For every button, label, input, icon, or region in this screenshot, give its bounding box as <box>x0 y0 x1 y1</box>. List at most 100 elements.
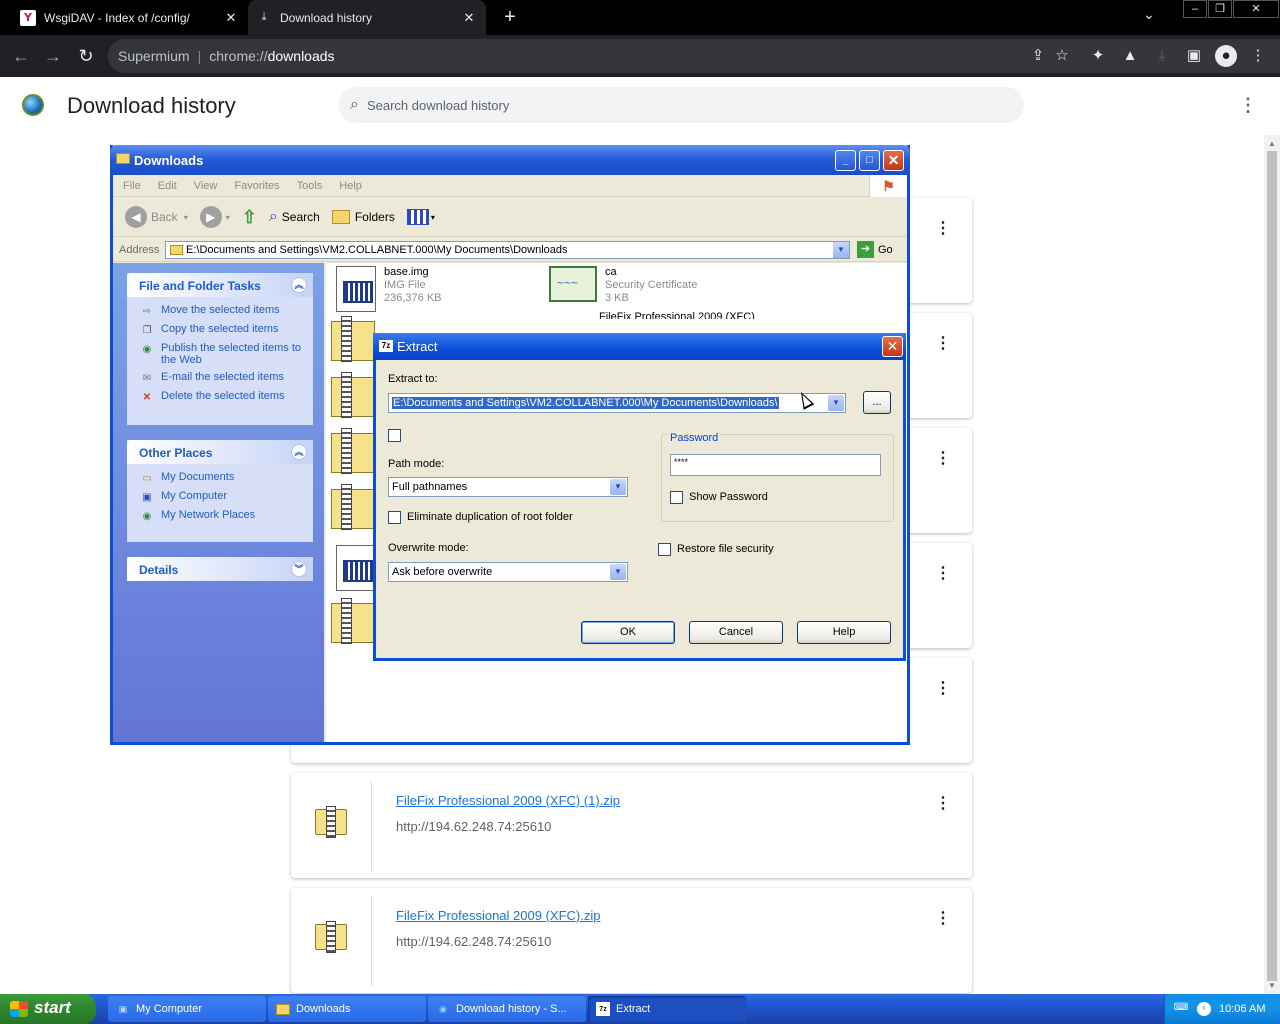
ok-button[interactable]: OK <box>581 621 675 644</box>
back-button[interactable]: ◀ Back ▾ <box>125 206 188 228</box>
overwrite-mode-select[interactable]: Ask before overwrite ▼ <box>388 562 628 582</box>
zip-file-icon[interactable] <box>331 484 375 530</box>
dropdown-arrow-icon[interactable]: ▼ <box>833 242 849 258</box>
share-icon[interactable]: ⇪ <box>1027 45 1049 67</box>
close-window-button[interactable]: ✕ <box>1233 0 1279 18</box>
card-menu-icon[interactable]: ⋮ <box>935 563 951 583</box>
menu-edit[interactable]: Edit <box>158 180 177 192</box>
card-menu-icon[interactable]: ⋮ <box>935 448 951 468</box>
extensions-puzzle-icon[interactable]: ✦ <box>1087 45 1109 67</box>
download-file-link[interactable]: FileFix Professional 2009 (XFC).zip <box>396 908 600 923</box>
scrollbar-thumb[interactable] <box>1267 151 1277 981</box>
forward-button[interactable]: ▶ ▾ <box>199 206 230 228</box>
taskbar-item-extract[interactable]: 7z Extract <box>588 996 746 1022</box>
back-arrow-icon[interactable]: ← <box>9 44 33 68</box>
zip-file-icon[interactable] <box>331 428 375 474</box>
dialog-title-bar[interactable]: 7z Extract ✕ <box>373 333 906 360</box>
panel-header[interactable]: Other Places ︽ <box>127 440 313 464</box>
card-menu-icon[interactable]: ⋮ <box>935 218 951 238</box>
keyboard-icon[interactable]: ⌨ <box>1173 1002 1189 1016</box>
task-delete[interactable]: ✕ Delete the selected items <box>127 387 313 406</box>
menu-view[interactable]: View <box>194 180 218 192</box>
panel-header[interactable]: File and Folder Tasks ︽ <box>127 273 313 297</box>
address-field[interactable]: E:\Documents and Settings\VM2.COLLABNET.… <box>165 241 850 259</box>
minimize-window-button[interactable]: – <box>1183 0 1207 18</box>
browse-button[interactable]: ... <box>863 391 891 414</box>
more-actions-icon[interactable]: ⋮ <box>1238 95 1258 116</box>
zip-file-icon[interactable] <box>331 598 375 644</box>
tab-wsgidav[interactable]: Y WsgiDAV - Index of /config/ ✕ <box>12 0 248 35</box>
collapse-chevron-icon[interactable]: ︽ <box>291 277 307 293</box>
menu-favorites[interactable]: Favorites <box>234 180 279 192</box>
maximize-button[interactable]: □ <box>859 150 880 171</box>
folders-button[interactable]: Folders <box>331 210 395 224</box>
path-mode-select[interactable]: Full pathnames ▼ <box>388 477 628 497</box>
restore-security-checkbox[interactable] <box>658 543 671 556</box>
show-password-checkbox[interactable] <box>670 491 683 504</box>
restore-window-button[interactable]: ❐ <box>1208 0 1232 18</box>
collapse-chevron-icon[interactable]: ︽ <box>291 444 307 460</box>
flask-icon[interactable]: ▲ <box>1119 45 1141 67</box>
taskbar-item-downloads[interactable]: Downloads <box>268 996 426 1022</box>
panel-header[interactable]: Details ︾ <box>127 557 313 581</box>
profile-avatar-icon[interactable]: ● <box>1215 45 1237 67</box>
help-button[interactable]: Help <box>797 621 891 644</box>
go-button[interactable]: ➔ Go <box>857 241 893 258</box>
tab-download-history[interactable]: ⤓ Download history ✕ <box>248 0 486 35</box>
dropdown-arrow-icon[interactable]: ▼ <box>610 479 626 495</box>
browser-menu-icon[interactable]: ⋮ <box>1247 45 1269 67</box>
zip-file-icon[interactable] <box>331 316 375 362</box>
page-scrollbar[interactable]: ▲ ▼ <box>1264 135 1280 994</box>
eliminate-duplication-checkbox[interactable] <box>388 511 401 524</box>
place-my-documents[interactable]: ▭ My Documents <box>127 468 313 487</box>
downloads-icon[interactable]: ⤓ <box>1151 45 1173 67</box>
task-copy[interactable]: ❐ Copy the selected items <box>127 320 313 339</box>
reload-icon[interactable]: ↻ <box>74 44 98 68</box>
scroll-down-icon[interactable]: ▼ <box>1268 981 1276 990</box>
password-field[interactable]: **** <box>670 454 881 476</box>
search-downloads-input[interactable]: ⌕ Search download history <box>338 87 1024 123</box>
menu-help[interactable]: Help <box>339 180 362 192</box>
tab-search-chevron-icon[interactable]: ⌄ <box>1143 6 1155 23</box>
close-tab-icon[interactable]: ✕ <box>458 10 480 26</box>
forward-arrow-icon[interactable]: → <box>41 44 65 68</box>
new-tab-button[interactable]: + <box>498 5 522 29</box>
card-menu-icon[interactable]: ⋮ <box>935 333 951 353</box>
taskbar-item-my-computer[interactable]: ▣ My Computer <box>108 996 266 1022</box>
taskbar-item-download-history[interactable]: ◉ Download history - S... <box>428 996 586 1022</box>
views-button[interactable]: ▾ <box>406 209 435 225</box>
dropdown-arrow-icon[interactable]: ▼ <box>610 564 626 580</box>
card-menu-icon[interactable]: ⋮ <box>935 678 951 698</box>
close-button[interactable]: ✕ <box>883 150 904 171</box>
menu-tools[interactable]: Tools <box>297 180 323 192</box>
cancel-button[interactable]: Cancel <box>689 621 783 644</box>
download-file-link[interactable]: FileFix Professional 2009 (XFC) (1).zip <box>396 793 620 808</box>
close-tab-icon[interactable]: ✕ <box>220 10 242 26</box>
up-folder-button[interactable]: ⇧ <box>242 207 257 228</box>
explorer-address-bar: Address E:\Documents and Settings\VM2.CO… <box>113 238 907 262</box>
file-item[interactable]: base.img IMG File 236,376 KB <box>336 266 442 312</box>
side-panel-icon[interactable]: ▣ <box>1183 45 1205 67</box>
start-button[interactable]: start <box>0 994 96 1024</box>
minimize-button[interactable]: _ <box>835 150 856 171</box>
close-button[interactable]: ✕ <box>882 336 903 357</box>
place-my-computer[interactable]: ▣ My Computer <box>127 487 313 506</box>
card-menu-icon[interactable]: ⋮ <box>935 908 951 928</box>
extract-to-combo[interactable]: E:\Documents and Settings\VM2.COLLABNET.… <box>388 393 846 413</box>
unlabeled-checkbox[interactable] <box>388 429 401 442</box>
scroll-up-icon[interactable]: ▲ <box>1268 139 1276 148</box>
expand-chevron-icon[interactable]: ︾ <box>291 561 307 577</box>
task-move[interactable]: ⇨ Move the selected items <box>127 301 313 320</box>
bookmark-star-icon[interactable]: ☆ <box>1051 45 1073 67</box>
card-menu-icon[interactable]: ⋮ <box>935 793 951 813</box>
search-button[interactable]: ⌕ Search <box>269 208 320 226</box>
task-email[interactable]: ✉ E-mail the selected items <box>127 368 313 387</box>
explorer-title-bar[interactable]: Downloads _ □ ✕ <box>110 145 910 175</box>
zip-file-icon[interactable] <box>331 372 375 418</box>
menu-file[interactable]: File <box>123 180 141 192</box>
network-status-icon[interactable]: ‹ <box>1197 1002 1211 1016</box>
dropdown-arrow-icon[interactable]: ▼ <box>828 395 844 411</box>
place-network[interactable]: ◉ My Network Places <box>127 506 313 525</box>
file-item[interactable]: caSecurity Certificate3 KB <box>549 266 697 305</box>
task-publish[interactable]: ◉ Publish the selected items to the Web <box>127 339 313 368</box>
